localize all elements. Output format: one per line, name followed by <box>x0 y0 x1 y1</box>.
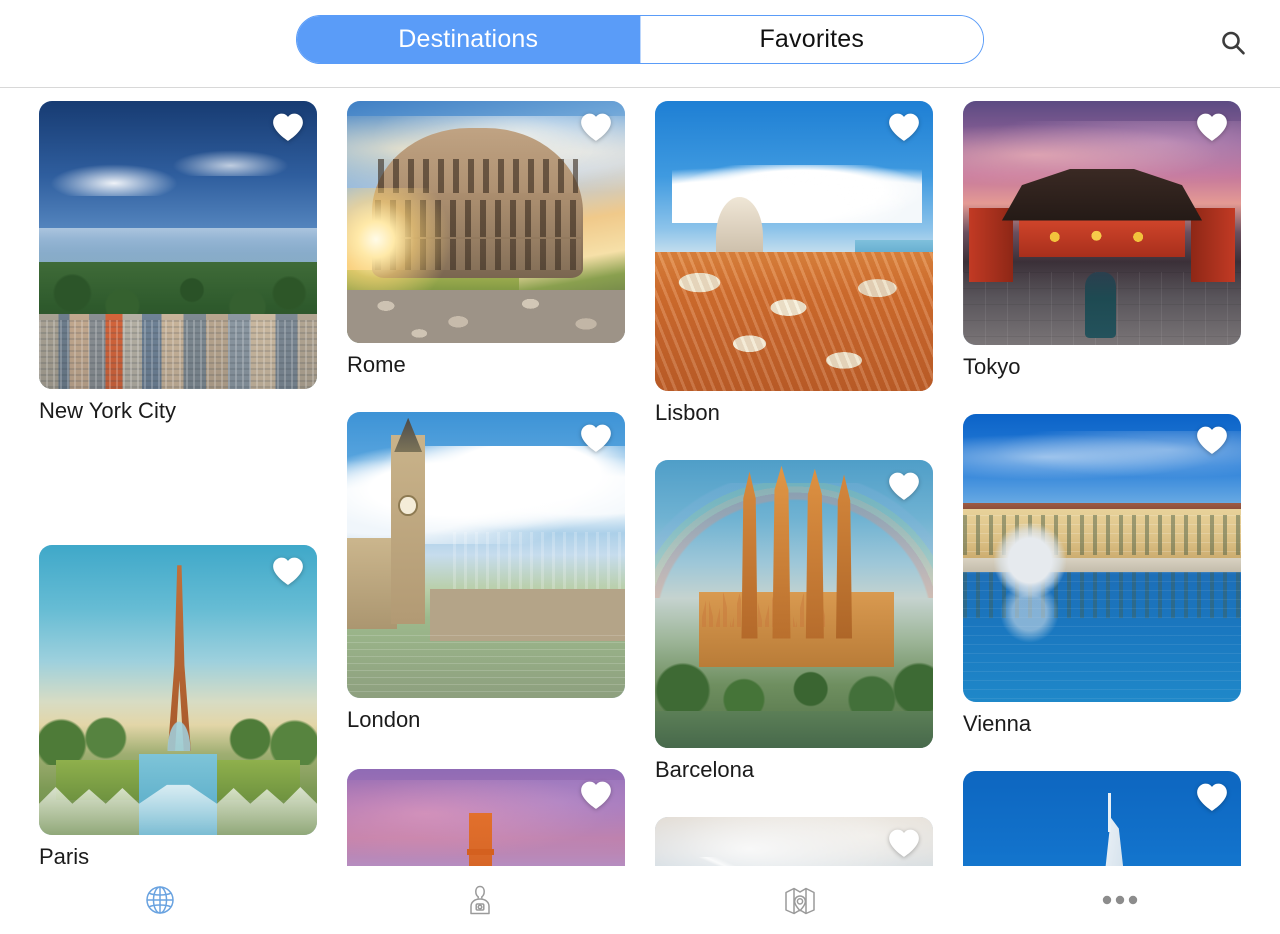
segmented-control[interactable]: Destinations Favorites <box>296 15 984 64</box>
photo-lisbon <box>655 101 933 391</box>
tab-map[interactable] <box>640 866 960 934</box>
favorite-heart-button[interactable] <box>1195 424 1229 456</box>
card-title: Tokyo <box>963 354 1021 379</box>
favorite-heart-button[interactable] <box>579 111 613 143</box>
card-thumbnail[interactable] <box>655 460 933 748</box>
card-thumbnail[interactable] <box>39 101 317 389</box>
globe-icon <box>146 886 174 914</box>
tab-destinations-label: Destinations <box>398 25 539 53</box>
destination-card[interactable]: New York City <box>39 101 317 424</box>
card-title: London <box>347 707 421 732</box>
card-title: Barcelona <box>655 757 755 782</box>
person-camera-icon <box>470 885 490 915</box>
tab-destinations[interactable]: Destinations <box>297 16 640 63</box>
photo-london <box>347 412 625 698</box>
destination-card[interactable] <box>347 769 625 866</box>
card-thumbnail[interactable] <box>347 769 625 866</box>
photo-barcelona <box>655 460 933 748</box>
tab-favorites[interactable]: Favorites <box>639 16 983 63</box>
destination-card[interactable]: Barcelona <box>655 460 933 783</box>
card-thumbnail[interactable] <box>655 817 933 866</box>
favorite-heart-button[interactable] <box>1195 781 1229 813</box>
destination-card[interactable]: Rome <box>347 101 625 378</box>
destination-card[interactable] <box>655 817 933 866</box>
favorite-heart-button[interactable] <box>271 111 305 143</box>
card-title: Vienna <box>963 711 1032 736</box>
destination-card[interactable]: Vienna <box>963 414 1241 737</box>
photo-paris <box>39 545 317 835</box>
destination-card[interactable]: Paris <box>39 545 317 866</box>
bottom-tab-bar <box>0 866 1280 934</box>
search-icon <box>1222 31 1245 55</box>
card-title: Paris <box>39 844 90 866</box>
photo-new-york-city <box>39 101 317 389</box>
card-title: Rome <box>347 352 406 377</box>
card-thumbnail[interactable] <box>39 545 317 835</box>
tab-more[interactable] <box>960 866 1280 934</box>
favorite-heart-button[interactable] <box>887 827 921 859</box>
destination-grid: New York City Paris Rome London Lisbon B… <box>0 88 1280 866</box>
tab-profile[interactable] <box>320 866 640 934</box>
favorite-heart-button[interactable] <box>887 470 921 502</box>
map-pin-icon <box>785 887 815 915</box>
favorite-heart-button[interactable] <box>579 779 613 811</box>
card-thumbnail[interactable] <box>347 412 625 698</box>
card-title: New York City <box>39 398 176 423</box>
favorite-heart-button[interactable] <box>887 111 921 143</box>
destination-card[interactable]: Tokyo <box>963 101 1241 380</box>
card-thumbnail[interactable] <box>347 101 625 343</box>
card-thumbnail[interactable] <box>963 101 1241 345</box>
card-title: Lisbon <box>655 400 720 425</box>
more-dots-icon <box>1102 895 1138 905</box>
favorite-heart-button[interactable] <box>1195 111 1229 143</box>
card-thumbnail[interactable] <box>963 414 1241 702</box>
tab-favorites-label: Favorites <box>759 25 865 53</box>
photo-vienna <box>963 414 1241 702</box>
destination-card[interactable]: Lisbon <box>655 101 933 426</box>
tab-explore[interactable] <box>0 866 320 934</box>
card-thumbnail[interactable] <box>963 771 1241 866</box>
favorite-heart-button[interactable] <box>579 422 613 454</box>
favorite-heart-button[interactable] <box>271 555 305 587</box>
card-thumbnail[interactable] <box>655 101 933 391</box>
destination-card[interactable]: London <box>347 412 625 733</box>
search-button[interactable] <box>1212 22 1254 64</box>
destination-card[interactable] <box>963 771 1241 866</box>
app-header: Destinations Favorites <box>0 0 1280 88</box>
